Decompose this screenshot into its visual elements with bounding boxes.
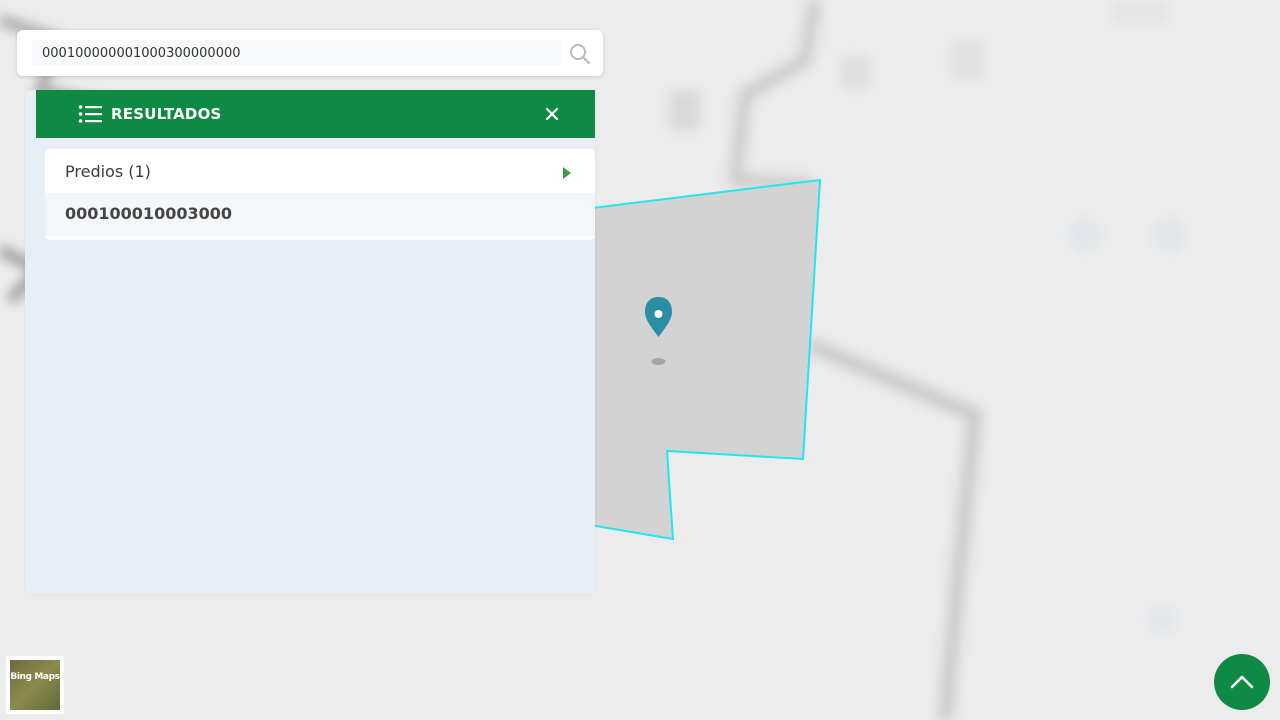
close-button[interactable] bbox=[540, 102, 564, 126]
basemap-thumbnail: Bing Maps bbox=[10, 660, 60, 710]
list-item[interactable]: 000100010003000 bbox=[45, 193, 595, 236]
results-list: Predios (1) 000100010003000 bbox=[45, 149, 595, 240]
caret-right-icon[interactable] bbox=[561, 165, 573, 179]
result-item-label: 000100010003000 bbox=[65, 204, 232, 223]
result-group-label: Predios (1) bbox=[65, 162, 151, 181]
basemap-toggle-button[interactable]: Bing Maps bbox=[6, 656, 64, 714]
chevron-up-icon bbox=[1230, 675, 1254, 689]
search-input[interactable] bbox=[32, 40, 562, 66]
result-group-header[interactable]: Predios (1) bbox=[45, 149, 595, 193]
scroll-up-button[interactable] bbox=[1214, 654, 1270, 710]
close-icon bbox=[545, 107, 559, 121]
results-panel-header: RESULTADOS bbox=[36, 90, 595, 138]
list-icon bbox=[78, 104, 102, 124]
basemap-label: Bing Maps bbox=[10, 672, 60, 682]
panel-title: RESULTADOS bbox=[111, 105, 222, 123]
search-icon[interactable] bbox=[568, 42, 592, 66]
